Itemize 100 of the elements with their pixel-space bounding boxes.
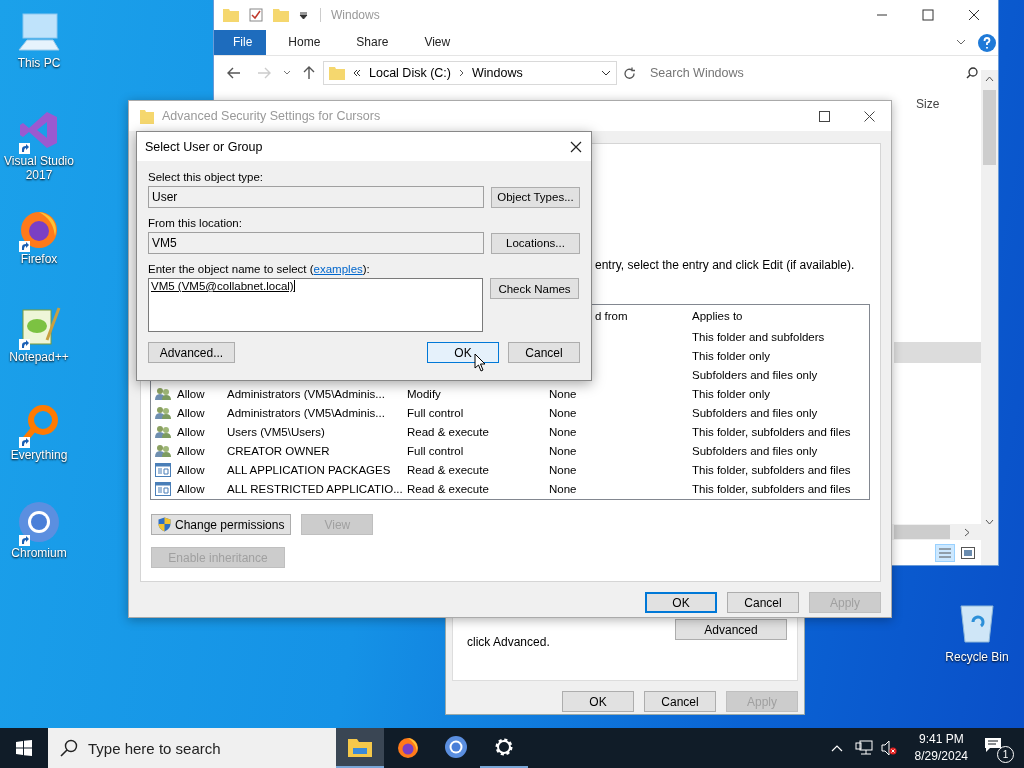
notifications-button[interactable]: 1 [984,733,1014,763]
scrollbar-thumb[interactable] [894,525,950,539]
advanced-button[interactable]: Advanced... [148,342,235,363]
scrollbar-thumb[interactable] [983,90,996,165]
network-icon[interactable] [854,740,873,756]
table-cell: This folder only [692,349,770,362]
check-names-button[interactable]: Check Names [490,278,579,299]
breadcrumb[interactable]: Local Disk (C:) [369,66,451,80]
table-cell: Allow [177,482,205,495]
field-label: Enter the object name to select (examples): [148,263,371,275]
users-icon [155,386,171,401]
column-header[interactable]: Applies to [692,310,869,322]
table-cell: Allow [177,425,205,438]
examples-link[interactable]: examples [313,263,363,275]
users-icon [155,424,171,439]
scroll-up-icon[interactable] [985,76,994,82]
refresh-icon[interactable] [623,66,636,80]
field-label: Select this object type: [148,171,265,183]
checkmark-icon[interactable] [249,8,263,22]
message-icon [984,737,1002,753]
table-cell: Read & execute [407,463,489,476]
clock-date[interactable]: 8/29/2024 [914,748,968,765]
object-types-button[interactable]: Object Types... [491,186,580,208]
close-icon[interactable] [864,110,875,122]
change-permissions-button[interactable]: Change permissions [151,514,292,535]
muted-speaker-icon[interactable] [880,740,897,756]
table-cell: This folder, subfolders and files [692,463,851,476]
scroll-down-icon[interactable] [985,519,994,525]
table-cell: Administrators (VM5\Adminis... [227,406,385,419]
table-cell: Subfolders and files only [692,406,818,419]
dialog-button[interactable]: OK [562,691,634,712]
taskbar-app-button[interactable] [336,728,384,768]
object-name-field[interactable]: VM5 (VM5@collabnet.local) [148,278,483,332]
table-cell: Subfolders and files only [692,368,818,381]
browser-icon [444,735,468,759]
table-cell: None [549,425,577,438]
help-icon[interactable] [978,33,996,52]
desktop-icon-label[interactable]: Recycle Bin [938,650,1016,664]
monitor-icon[interactable] [17,12,61,52]
chevron-right-icon [458,69,464,77]
window-title: Advanced Security Settings for Cursors [162,109,381,123]
field-label: From this location: [148,217,243,229]
table-cell: None [549,444,577,457]
table-cell: Subfolders and files only [692,444,818,457]
table-cell: Full control [407,444,464,457]
advanced-button[interactable]: Advanced [675,619,787,640]
maximize-icon[interactable] [922,9,934,21]
users-icon [155,405,171,420]
ribbon-tab[interactable]: File [214,30,267,55]
hint-text: click Advanced. [467,635,551,649]
table-cell: Administrators (VM5\Adminis... [227,387,385,400]
locations-button[interactable]: Locations... [491,232,580,254]
details-view-icon[interactable] [935,543,955,562]
table-cell: None [549,387,577,400]
ribbon-tab[interactable]: Share [342,30,403,55]
search-icon [60,739,78,757]
folder-icon [329,66,345,80]
table-cell: ALL RESTRICTED APPLICATIO... [227,482,403,495]
maximize-icon[interactable] [819,110,830,122]
dialog-button[interactable]: Cancel [508,342,580,363]
dialog-button[interactable]: OK [645,592,717,613]
table-cell: Allow [177,406,205,419]
folder-icon [348,737,372,757]
taskbar-search-field[interactable]: Type here to search [48,728,336,768]
settings-icon [493,736,515,758]
dialog-button[interactable]: Cancel [644,691,716,712]
close-icon[interactable] [570,140,582,153]
clock-time[interactable]: 9:41 PM [918,731,964,748]
address-bar[interactable]: Local Disk (C:) Windows [323,61,617,85]
close-icon[interactable] [968,9,980,21]
table-cell: Read & execute [407,482,489,495]
breadcrumb[interactable]: Windows [471,66,523,80]
window-title: Windows [320,8,380,22]
table-cell: Allow [177,387,205,400]
shield-icon [158,517,171,532]
table-cell: This folder only [692,387,770,400]
back-arrow-icon[interactable] [227,67,241,79]
dialog-button[interactable]: OK [427,342,499,363]
chevron-down-icon[interactable] [956,39,966,46]
ribbon-tab[interactable]: Home [274,30,335,55]
search-field[interactable]: Search Windows [650,61,986,85]
dropdown-icon[interactable] [299,10,308,20]
location-field[interactable]: VM5 [148,232,484,254]
chevron-down-icon[interactable] [601,69,611,77]
ribbon-tab[interactable]: View [410,30,465,55]
table-cell: None [549,406,577,419]
object-type-field[interactable]: User [148,186,484,208]
table-cell: Read & execute [407,425,489,438]
column-header[interactable]: Size [916,97,940,111]
up-arrow-icon[interactable] [303,66,315,80]
dialog-button[interactable]: Cancel [727,592,799,613]
app-window-icon [155,462,171,477]
large-icons-view-icon[interactable] [961,546,975,559]
table-cell: Allow [177,463,205,476]
users-icon [155,443,171,458]
chevron-up-icon[interactable] [830,744,843,752]
table-cell: Full control [407,406,464,419]
scroll-right-icon[interactable] [964,527,970,537]
browser-icon[interactable] [17,500,61,544]
table-cell: CREATOR OWNER [227,444,330,457]
